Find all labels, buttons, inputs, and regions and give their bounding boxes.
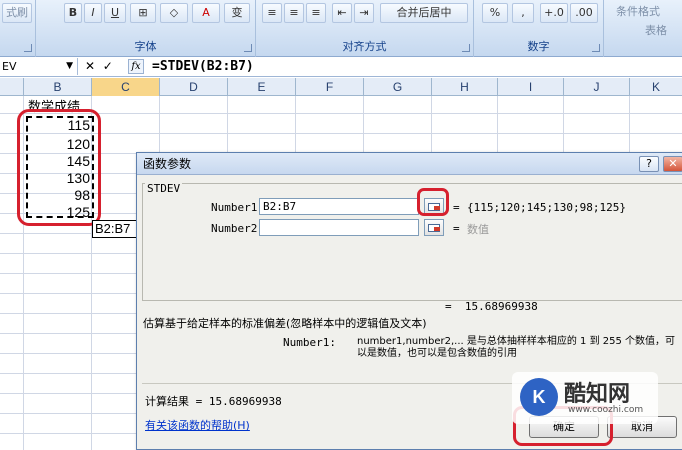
number2-equals: = bbox=[453, 222, 460, 235]
formula-result-value: 15.68969938 bbox=[464, 300, 538, 313]
col-header-j[interactable]: J bbox=[564, 78, 630, 96]
fill-color-button[interactable]: ◇ bbox=[160, 3, 188, 23]
merge-center-button[interactable]: 合并后居中 bbox=[380, 3, 468, 23]
number2-result: 数值 bbox=[467, 223, 489, 236]
alignment-launcher-icon[interactable] bbox=[462, 44, 470, 52]
watermark-url: www.coozhi.com bbox=[568, 405, 644, 415]
formula-bar: EV ▼ ✕ ✓ fx =STDEV(B2:B7) bbox=[0, 57, 682, 77]
select-all-corner[interactable] bbox=[0, 78, 24, 96]
number1-label: Number1 bbox=[211, 201, 258, 214]
align-center-button[interactable]: ≡ bbox=[284, 3, 304, 23]
enter-edit-icon[interactable]: ✓ bbox=[102, 58, 114, 75]
phonetic-button[interactable]: 变 bbox=[224, 3, 250, 23]
format-painter-button[interactable]: 式刷 bbox=[2, 3, 32, 23]
number2-input[interactable] bbox=[259, 219, 419, 236]
watermark-name: 酷知网 bbox=[564, 382, 631, 407]
ribbon-group-styles: 条件格式 表格 bbox=[604, 0, 682, 57]
number1-equals: = bbox=[453, 201, 460, 214]
col-header-i[interactable]: I bbox=[498, 78, 564, 96]
number-launcher-icon[interactable] bbox=[592, 44, 600, 52]
coozhi-logo-icon: K bbox=[520, 378, 558, 416]
cancel-edit-icon[interactable]: ✕ bbox=[84, 58, 96, 75]
col-header-h[interactable]: H bbox=[432, 78, 498, 96]
col-header-d[interactable]: D bbox=[160, 78, 228, 96]
watermark: K 酷知网 www.coozhi.com bbox=[512, 372, 658, 424]
clipboard-launcher-icon[interactable] bbox=[24, 44, 32, 52]
function-description: 估算基于给定样本的标准偏差(忽略样本中的逻辑值及文本) bbox=[143, 317, 427, 330]
formula-result-equals: = bbox=[445, 300, 452, 313]
collapse-button-highlight-ring bbox=[417, 188, 449, 216]
chevron-down-icon[interactable]: ▼ bbox=[66, 58, 73, 75]
help-icon[interactable]: ? bbox=[639, 156, 659, 172]
align-right-button[interactable]: ≡ bbox=[306, 3, 326, 23]
font-group-label: 字体 bbox=[134, 40, 157, 53]
col-header-f[interactable]: F bbox=[296, 78, 364, 96]
arg-description-line-2: 以是数值，也可以是包含数值的引用 bbox=[357, 348, 517, 359]
ribbon: 式刷 B I U ⊞ ◇ A 变 字体 ≡ ≡ ≡ ⇤ ⇥ 合并后居中 对齐方式… bbox=[0, 0, 682, 57]
decrease-indent-button[interactable]: ⇤ bbox=[332, 3, 352, 23]
conditional-format-button[interactable]: 条件格式 bbox=[608, 3, 668, 23]
font-launcher-icon[interactable] bbox=[244, 44, 252, 52]
dialog-title: 函数参数 bbox=[143, 157, 192, 171]
formula-buttons: ✕ ✓ bbox=[84, 58, 116, 75]
calc-result-label: 计算结果 = bbox=[145, 395, 203, 408]
collapse-dialog-icon[interactable] bbox=[424, 219, 444, 236]
column-headers: B C D E F G H I J K bbox=[0, 78, 682, 96]
col-header-g[interactable]: G bbox=[364, 78, 432, 96]
name-box[interactable]: EV ▼ bbox=[0, 58, 78, 75]
increase-decimal-button[interactable]: +.0 bbox=[540, 3, 568, 23]
number1-result: {115;120;145;130;98;125} bbox=[467, 201, 626, 214]
percent-button[interactable]: % bbox=[482, 3, 508, 23]
ribbon-group-font: B I U ⊞ ◇ A 变 字体 bbox=[36, 0, 256, 57]
help-link[interactable]: 有关该函数的帮助(H) bbox=[145, 417, 250, 433]
col-header-e[interactable]: E bbox=[228, 78, 296, 96]
underline-button[interactable]: U bbox=[104, 3, 126, 23]
arg-description-text: number1,number2,... 是与总体抽样样本相应的 1 到 255 … bbox=[357, 336, 682, 360]
ribbon-group-alignment: ≡ ≡ ≡ ⇤ ⇥ 合并后居中 对齐方式 bbox=[256, 0, 474, 57]
number2-label: Number2 bbox=[211, 222, 258, 235]
insert-function-button[interactable]: fx bbox=[128, 59, 144, 74]
calc-result-value: 15.68969938 bbox=[208, 395, 282, 408]
decrease-decimal-button[interactable]: .00 bbox=[570, 3, 598, 23]
alignment-group-label: 对齐方式 bbox=[342, 40, 387, 53]
calc-result: 计算结果 = 15.68969938 bbox=[145, 393, 282, 409]
close-icon[interactable]: ✕ bbox=[663, 156, 682, 172]
bold-button[interactable]: B bbox=[64, 3, 82, 23]
arg-description-label: Number1: bbox=[283, 336, 336, 349]
arg-description-line-1: number1,number2,... 是与总体抽样样本相应的 1 到 255 … bbox=[357, 336, 676, 347]
formula-result-preview: = 15.68969938 bbox=[445, 300, 538, 313]
dialog-title-bar[interactable]: 函数参数 ? ✕ bbox=[137, 153, 682, 175]
number-group-label: 数字 bbox=[527, 40, 550, 53]
format-as-table-button[interactable]: 表格 bbox=[634, 22, 678, 42]
font-color-button[interactable]: A bbox=[192, 3, 220, 23]
ribbon-group-number: % , +.0 .00 数字 bbox=[474, 0, 604, 57]
border-button[interactable]: ⊞ bbox=[130, 3, 156, 23]
ribbon-group-clipboard: 式刷 bbox=[0, 0, 36, 57]
col-header-b[interactable]: B bbox=[24, 78, 92, 96]
italic-button[interactable]: I bbox=[84, 3, 102, 23]
comma-button[interactable]: , bbox=[512, 3, 534, 23]
col-header-k[interactable]: K bbox=[630, 78, 682, 96]
name-box-value: EV bbox=[2, 60, 17, 73]
formula-input[interactable]: =STDEV(B2:B7) bbox=[152, 58, 254, 75]
number1-input[interactable]: B2:B7 bbox=[259, 198, 419, 215]
increase-indent-button[interactable]: ⇥ bbox=[354, 3, 374, 23]
align-left-button[interactable]: ≡ bbox=[262, 3, 282, 23]
range-highlight-ring bbox=[17, 109, 101, 226]
active-cell-editor[interactable]: B2:B7 bbox=[92, 220, 140, 238]
col-header-c[interactable]: C bbox=[92, 78, 160, 96]
function-name: STDEV bbox=[145, 182, 183, 195]
